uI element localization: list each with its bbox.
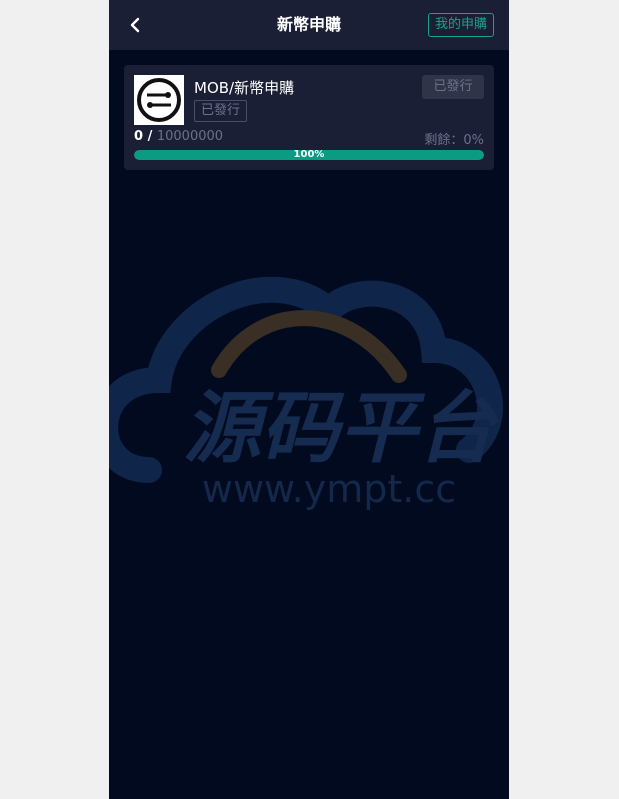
remaining-readout: 剩餘：0% [424, 129, 484, 148]
total-amount: 10000000 [156, 129, 224, 144]
app-screen: 新幣申購 我的申購 MOB/新幣申購 已發行 已發行 0 / 10000000 … [109, 0, 509, 799]
top-bar: 新幣申購 我的申購 [109, 0, 509, 50]
chevron-left-icon [130, 17, 140, 33]
sold-amount: 0 [134, 129, 144, 144]
watermark-url-text: www.ympt.cc [202, 467, 456, 511]
progress-label: 100% [293, 150, 325, 160]
coin-logo [134, 75, 184, 125]
watermark: 源码平台 www.ympt.cc [109, 270, 509, 520]
my-subscriptions-button[interactable]: 我的申購 [427, 13, 494, 37]
remaining-value: 0% [463, 133, 484, 148]
amount-separator: / [143, 129, 157, 144]
coin-logo-icon [137, 78, 181, 122]
status-badge: 已發行 [194, 100, 248, 122]
progress-bar: 100% [134, 150, 484, 160]
subscription-card[interactable]: MOB/新幣申購 已發行 已發行 0 / 10000000 剩餘：0% 100% [124, 65, 494, 170]
coin-name: MOB/新幣申購 [194, 79, 295, 97]
issued-button[interactable]: 已發行 [422, 75, 484, 99]
remaining-label: 剩餘： [424, 133, 464, 148]
watermark-main-text: 源码平台 [183, 384, 500, 474]
back-button[interactable] [123, 12, 149, 38]
amount-readout: 0 / 10000000 [134, 129, 223, 144]
cloud-logo-icon: 源码平台 www.ympt.cc [109, 276, 504, 511]
